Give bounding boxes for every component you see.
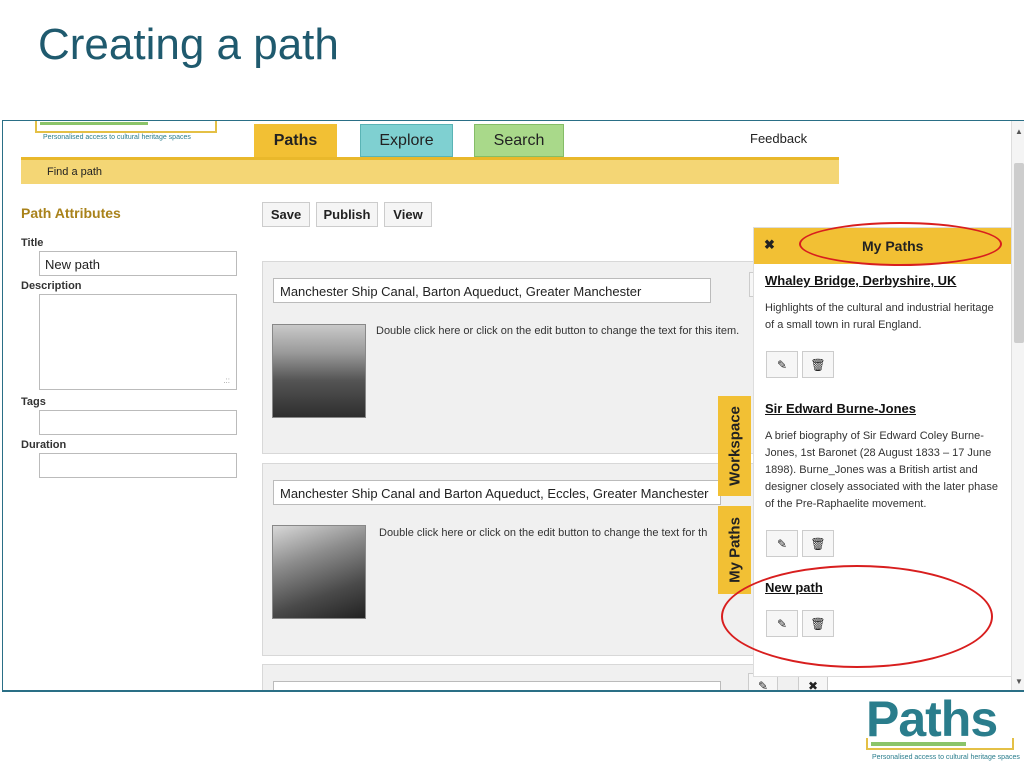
view-button[interactable]: View: [384, 202, 432, 227]
item-description[interactable]: Double click here or click on the edit b…: [376, 325, 739, 337]
edit-path-button[interactable]: ✎: [766, 351, 798, 378]
page-scrollbar[interactable]: ▲ ▼: [1011, 121, 1024, 690]
logo-tagline: Personalised access to cultural heritage…: [43, 134, 191, 141]
item-photo: [272, 525, 366, 619]
path-link-whaley-bridge[interactable]: Whaley Bridge, Derbyshire, UK: [765, 273, 956, 288]
path-item[interactable]: Barton Swing Aqueduct, Eccles, Mancheste…: [262, 664, 822, 690]
scroll-down-icon[interactable]: ▼: [1015, 677, 1023, 686]
tags-field[interactable]: [39, 410, 237, 435]
trash-icon: 🗑: [810, 357, 826, 372]
resize-grip-icon[interactable]: .::: [223, 376, 230, 385]
item-photo: [272, 324, 366, 418]
close-icon[interactable]: ✖: [764, 237, 775, 253]
paths-logo: Paths Personalised access to cultural he…: [866, 690, 1020, 762]
delete-path-button[interactable]: 🗑: [802, 351, 834, 378]
item-description[interactable]: Double click here or click on the edit b…: [379, 527, 707, 539]
title-label: Title: [21, 237, 44, 249]
edit-icon: ✎: [776, 536, 788, 551]
my-paths-tab[interactable]: My Paths: [718, 506, 751, 594]
title-field[interactable]: New path: [39, 251, 237, 276]
close-icon: ✖: [807, 678, 819, 692]
path-link-burne-jones[interactable]: Sir Edward Burne-Jones: [765, 401, 916, 416]
brand-tagline: Personalised access to cultural heritage…: [872, 754, 1020, 761]
tab-explore[interactable]: Explore: [360, 124, 453, 157]
edit-path-button[interactable]: ✎: [766, 530, 798, 557]
scroll-thumb[interactable]: [1014, 163, 1024, 343]
highlight-ring-new-path: [721, 565, 993, 668]
trash-icon: 🗑: [810, 536, 826, 551]
item-title-field[interactable]: Barton Swing Aqueduct, Eccles, Mancheste…: [273, 681, 721, 690]
tab-search[interactable]: Search: [474, 124, 564, 157]
save-button[interactable]: Save: [262, 202, 310, 227]
description-label: Description: [21, 280, 82, 292]
tags-label: Tags: [21, 396, 46, 408]
edit-icon: ✎: [776, 357, 788, 372]
path-summary: Highlights of the cultural and industria…: [765, 302, 994, 331]
description-field[interactable]: .::: [39, 294, 237, 390]
edit-icon: ✎: [757, 678, 769, 692]
feedback-link[interactable]: Feedback: [750, 131, 807, 146]
tab-paths[interactable]: Paths: [254, 124, 337, 157]
path-attributes-heading: Path Attributes: [21, 205, 121, 221]
slide-title: Creating a path: [38, 20, 339, 69]
duration-label: Duration: [21, 439, 67, 451]
scroll-up-icon[interactable]: ▲: [1015, 127, 1023, 136]
delete-path-button[interactable]: 🗑: [802, 530, 834, 557]
item-title-field[interactable]: Manchester Ship Canal and Barton Aqueduc…: [273, 480, 721, 505]
item-title-field[interactable]: Manchester Ship Canal, Barton Aqueduct, …: [273, 278, 711, 303]
find-a-path-link[interactable]: Find a path: [47, 166, 102, 178]
workspace-tab[interactable]: Workspace: [718, 396, 751, 496]
publish-button[interactable]: Publish: [316, 202, 378, 227]
subnav-bar: Find a path: [21, 157, 839, 184]
duration-field[interactable]: [39, 453, 237, 478]
path-summary: A brief biography of Sir Edward Coley Bu…: [765, 430, 998, 510]
site-logo[interactable]: [35, 121, 217, 133]
browser-screenshot: Personalised access to cultural heritage…: [2, 120, 1024, 692]
highlight-ring-my-paths: [799, 222, 1002, 266]
